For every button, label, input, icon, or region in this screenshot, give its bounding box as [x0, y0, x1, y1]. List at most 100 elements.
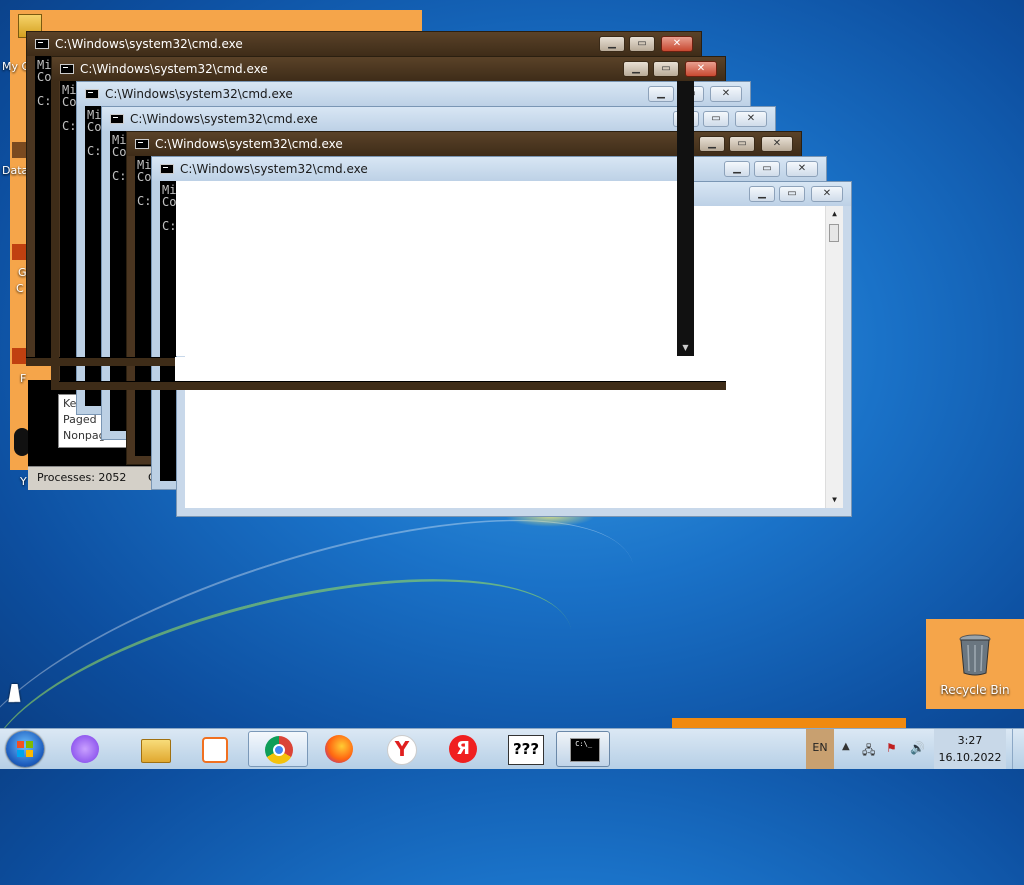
- scroll-thumb[interactable]: [829, 224, 839, 242]
- unknown-app-icon: ???: [508, 735, 544, 765]
- maximize-button[interactable]: ▭: [779, 186, 805, 202]
- action-center-flag-icon[interactable]: ⚑: [886, 741, 902, 755]
- window-title: C:\Windows\system32\cmd.exe: [105, 87, 293, 101]
- nonpaged-label: Nonpag: [63, 429, 106, 442]
- desktop-icon-label: Data: [2, 164, 29, 177]
- show-hidden-icons-icon[interactable]: ▲: [842, 741, 850, 752]
- cmd-icon: [185, 189, 199, 199]
- minimize-button[interactable]: ▁: [648, 86, 674, 102]
- window-title: C:\Windows\system32\cmd.exe: [55, 37, 243, 51]
- console-prompt: C:: [137, 194, 152, 208]
- firefox-icon: [325, 735, 353, 763]
- yandex-browser-icon: Y: [387, 735, 417, 765]
- maximize-button[interactable]: ▭: [703, 111, 729, 127]
- start-button[interactable]: [6, 731, 44, 767]
- show-desktop-button[interactable]: [1012, 729, 1024, 769]
- cmd-icon: [135, 139, 149, 149]
- cmd-window-front[interactable]: C:\Windows\system32\cmd.exe ▁ ▭ ✕ ▲ ▼: [176, 181, 852, 517]
- close-button[interactable]: ✕: [685, 61, 717, 77]
- scroll-up-arrow-icon[interactable]: ▲: [826, 206, 843, 222]
- taskbar-item-media[interactable]: [186, 731, 240, 767]
- close-button[interactable]: ✕: [761, 136, 793, 152]
- minimize-button[interactable]: ▁: [749, 186, 775, 202]
- desktop-icon-label: C: [16, 282, 24, 295]
- taskbar-item-chrome[interactable]: [248, 731, 308, 767]
- clock-date: 16.10.2022: [938, 751, 1002, 764]
- data-folder-icon[interactable]: [12, 142, 26, 158]
- title-bar[interactable]: C:\Windows\system32\cmd.exe ▁ ▭ ✕: [127, 132, 801, 156]
- window-title: C:\Windows\system32\cmd.exe: [205, 187, 393, 201]
- window-title: C:\Windows\system32\cmd.exe: [80, 62, 268, 76]
- minimize-button[interactable]: ▁: [673, 111, 699, 127]
- volume-icon[interactable]: 🔊: [910, 741, 926, 755]
- taskbar: Y Я ??? C:\_ EN ▲ 🖧 ⚑ 🔊 3:27 16.10.2022: [0, 728, 1024, 769]
- cmd-icon: [160, 164, 174, 174]
- maximize-button[interactable]: ▭: [629, 36, 655, 52]
- taskbar-item-explorer[interactable]: [128, 731, 182, 767]
- orange-highlight-strip: [672, 718, 906, 728]
- console-line: Co: [37, 70, 52, 84]
- title-bar[interactable]: C:\Windows\system32\cmd.exe ▁ ▭ ✕: [102, 107, 775, 131]
- minimize-button[interactable]: ▁: [599, 36, 625, 52]
- console-line: Co: [112, 145, 127, 159]
- network-icon[interactable]: 🖧: [862, 741, 878, 757]
- app-shortcut-icon[interactable]: [12, 348, 26, 364]
- recycle-bin-icon: [959, 634, 991, 676]
- console-line: Co: [62, 95, 77, 109]
- file-explorer-icon: [141, 739, 171, 763]
- close-button[interactable]: ✕: [710, 86, 742, 102]
- maximize-button[interactable]: ▭: [754, 161, 780, 177]
- taskbar-item-cmd[interactable]: C:\_: [556, 731, 610, 767]
- clock-time: 3:27: [957, 734, 983, 747]
- console-prompt: C:: [112, 169, 127, 183]
- close-button[interactable]: ✕: [661, 36, 693, 52]
- taskbar-item-yandex-browser[interactable]: Y: [374, 731, 428, 767]
- window-title: C:\Windows\system32\cmd.exe: [180, 162, 368, 176]
- window-title: C:\Windows\system32\cmd.exe: [130, 112, 318, 126]
- console-area[interactable]: ▲ ▼: [185, 206, 843, 508]
- title-bar[interactable]: C:\Windows\system32\cmd.exe ▁ ▭ ✕: [177, 182, 851, 206]
- scroll-down-arrow-icon[interactable]: ▼: [826, 492, 843, 508]
- cmd-icon: [35, 39, 49, 49]
- minimize-button[interactable]: ▁: [724, 161, 750, 177]
- close-button[interactable]: ✕: [735, 111, 767, 127]
- close-button[interactable]: ✕: [811, 186, 843, 202]
- console-prompt: C:: [162, 219, 177, 233]
- title-bar[interactable]: C:\Windows\system32\cmd.exe ▁ ▭ ✕: [27, 32, 701, 56]
- maximize-button[interactable]: ▭: [678, 86, 704, 102]
- maximize-button[interactable]: ▭: [729, 136, 755, 152]
- maximize-button[interactable]: ▭: [653, 61, 679, 77]
- minimize-button[interactable]: ▁: [623, 61, 649, 77]
- desktop-icon-label: Y: [20, 475, 27, 488]
- cmd-icon: C:\_: [570, 738, 600, 762]
- app-shortcut-icon[interactable]: [12, 244, 26, 260]
- title-bar[interactable]: C:\Windows\system32\cmd.exe ▁ ▭ ✕: [52, 57, 725, 81]
- title-bar[interactable]: C:\Windows\system32\cmd.exe ▁ ▭ ✕: [152, 157, 826, 181]
- minimize-button[interactable]: ▁: [699, 136, 725, 152]
- title-bar[interactable]: C:\Windows\system32\cmd.exe ▁ ▭ ✕: [77, 82, 750, 106]
- console-prompt: C:: [37, 94, 52, 108]
- close-button[interactable]: ✕: [786, 161, 818, 177]
- yandex-icon: Я: [449, 735, 477, 763]
- kernel-label: Ke: [63, 397, 77, 410]
- desktop-icon-label: F: [20, 372, 27, 385]
- media-player-icon: [202, 737, 228, 763]
- recycle-bin-shortcut[interactable]: Recycle Bin: [926, 619, 1024, 709]
- console-line: Co: [162, 195, 177, 209]
- chrome-icon: [265, 736, 293, 764]
- cmd-icon: [110, 114, 124, 124]
- console-line: Co: [137, 170, 152, 184]
- taskbar-item-alice[interactable]: [58, 731, 112, 767]
- clock[interactable]: 3:27 16.10.2022: [934, 729, 1006, 769]
- taskbar-item-firefox[interactable]: [312, 731, 366, 767]
- vertical-scrollbar[interactable]: ▲ ▼: [825, 206, 843, 508]
- taskbar-item-yandex[interactable]: Я: [436, 731, 490, 767]
- console-line: Co: [87, 120, 102, 134]
- alice-assistant-icon: [71, 735, 99, 763]
- window-title: C:\Windows\system32\cmd.exe: [155, 137, 343, 151]
- taskbar-item-unknown[interactable]: ???: [498, 731, 552, 767]
- language-indicator[interactable]: EN: [806, 729, 834, 769]
- console-prompt: C:: [87, 144, 102, 158]
- recycle-bin-label: Recycle Bin: [940, 683, 1010, 697]
- console-prompt: C:: [62, 119, 77, 133]
